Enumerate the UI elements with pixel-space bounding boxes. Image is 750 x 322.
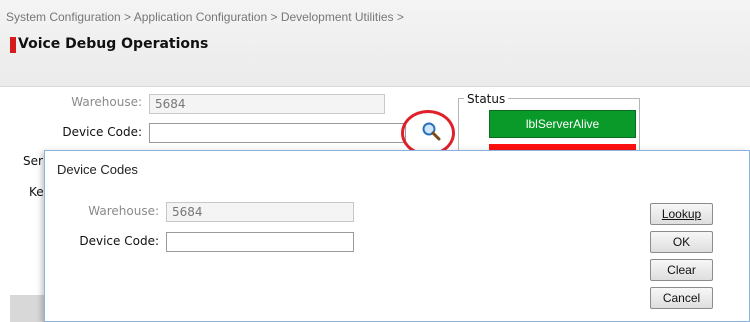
server-alive-indicator: lblServerAlive	[489, 110, 636, 138]
dialog-warehouse-field: 5684	[166, 202, 354, 222]
dialog-title: Device Codes	[57, 162, 138, 177]
partially-hidden-label-1: Ser	[23, 154, 43, 168]
page-header: System Configuration > Application Confi…	[0, 0, 750, 87]
device-code-field[interactable]	[149, 123, 406, 143]
warehouse-label: Warehouse:	[71, 95, 142, 109]
clear-button[interactable]: Clear	[650, 259, 713, 281]
breadcrumb: System Configuration > Application Confi…	[6, 10, 404, 24]
lookup-button[interactable]: Lookup	[650, 203, 713, 225]
ok-button[interactable]: OK	[650, 231, 713, 253]
partially-hidden-label-2: Ke	[29, 185, 44, 199]
device-code-label: Device Code:	[62, 125, 142, 139]
dialog-warehouse-label: Warehouse:	[88, 204, 159, 218]
dialog-device-code-label: Device Code:	[79, 234, 159, 248]
cancel-button[interactable]: Cancel	[650, 287, 713, 309]
lookup-button-label: Lookup	[661, 207, 702, 221]
page-title: Voice Debug Operations	[18, 36, 209, 52]
title-accent-bar	[10, 37, 16, 53]
warehouse-field: 5684	[149, 94, 385, 114]
dialog-device-code-field[interactable]	[166, 232, 354, 252]
status-legend: Status	[464, 92, 509, 106]
device-codes-dialog: Device Codes Warehouse: 5684 Device Code…	[44, 150, 750, 322]
